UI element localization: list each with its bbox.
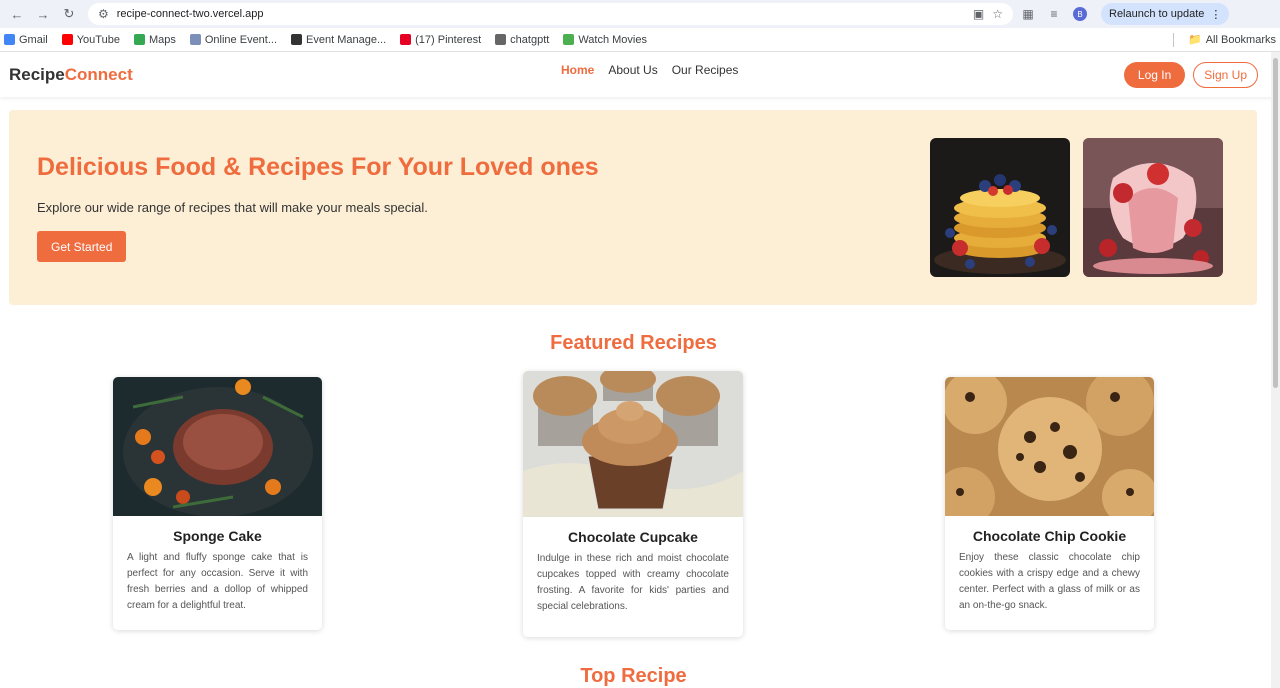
- forward-icon[interactable]: →: [32, 3, 54, 25]
- all-bookmarks-button[interactable]: 📁 All Bookmarks: [1188, 33, 1276, 47]
- reload-icon[interactable]: ↻: [58, 3, 80, 25]
- avatar-letter: B: [1073, 7, 1087, 21]
- relaunch-button[interactable]: Relaunch to update ⋮: [1101, 3, 1230, 25]
- bookmark-star-icon[interactable]: ☆: [992, 7, 1003, 21]
- recipe-card[interactable]: Sponge Cake A light and fluffy sponge ca…: [113, 377, 322, 630]
- nav-home[interactable]: Home: [561, 63, 594, 77]
- bookmark-item[interactable]: Gmail: [4, 34, 48, 46]
- featured-recipes-title: Featured Recipes: [550, 332, 717, 354]
- recipe-card[interactable]: Chocolate Cupcake Indulge in these rich …: [523, 371, 743, 637]
- nav-recipes[interactable]: Our Recipes: [672, 63, 739, 77]
- pancakes-image: [930, 138, 1070, 277]
- card-description: A light and fluffy sponge cake that is p…: [127, 552, 308, 611]
- profile-avatar[interactable]: B: [1069, 3, 1091, 25]
- bookmark-favicon-icon: [495, 34, 507, 45]
- strawberry-milkshake-image: [1083, 138, 1223, 277]
- bookmark-favicon-icon: [189, 34, 201, 45]
- bookmark-favicon-icon: [400, 34, 412, 45]
- hero-subtitle: Explore our wide range of recipes that w…: [37, 200, 428, 215]
- bookmark-label: Event Manage...: [306, 33, 387, 46]
- bookmark-label: YouTube: [76, 33, 120, 46]
- logo-accent: Connect: [64, 64, 133, 84]
- cupcake-image: [523, 371, 743, 517]
- bookmark-label: (17) Pinterest: [415, 33, 482, 46]
- bookmark-item[interactable]: chatgptt: [495, 34, 549, 46]
- page-scrollbar[interactable]: [1271, 52, 1280, 688]
- bookmark-label: Maps: [148, 33, 176, 46]
- site-logo[interactable]: RecipeConnect: [9, 65, 133, 85]
- login-button[interactable]: Log In: [1123, 61, 1186, 88]
- bookmark-label: Gmail: [19, 33, 48, 46]
- relaunch-label: Relaunch to update: [1109, 8, 1205, 20]
- card-title: Chocolate Cupcake: [568, 529, 698, 545]
- bookmark-item[interactable]: YouTube: [61, 33, 120, 46]
- bookmarks-divider: [1173, 32, 1174, 47]
- site-header: RecipeConnect Home About Us Our Recipes …: [0, 52, 1280, 97]
- bookmark-item[interactable]: Event Manage...: [291, 34, 386, 46]
- back-icon[interactable]: ←: [6, 3, 28, 25]
- address-bar[interactable]: ⚙ recipe-connect-two.vercel.app ▣ ☆: [88, 3, 1013, 25]
- card-title: Sponge Cake: [173, 528, 262, 544]
- bookmark-item[interactable]: Watch Movies: [563, 34, 647, 46]
- bookmark-label: Watch Movies: [578, 33, 647, 46]
- bookmark-favicon-icon: [133, 34, 145, 45]
- hero-banner: Delicious Food & Recipes For Your Loved …: [9, 110, 1257, 305]
- folder-icon: 📁: [1188, 34, 1202, 46]
- bookmark-favicon-icon: [563, 34, 575, 45]
- bookmark-item[interactable]: Maps: [133, 33, 176, 46]
- bookmark-label: chatgptt: [510, 33, 550, 46]
- recipe-card[interactable]: Chocolate Chip Cookie Enjoy these classi…: [945, 377, 1154, 630]
- steak-image: [113, 377, 322, 516]
- get-started-button[interactable]: Get Started: [37, 231, 127, 262]
- card-title: Chocolate Chip Cookie: [972, 528, 1127, 544]
- bookmark-favicon-icon: [4, 34, 15, 45]
- url-text: recipe-connect-two.vercel.app: [116, 8, 264, 20]
- card-description: Indulge in these rich and moist chocolat…: [537, 553, 729, 612]
- hero-title: Delicious Food & Recipes For Your Loved …: [37, 153, 599, 181]
- bookmark-favicon-icon: [61, 34, 73, 45]
- signup-button[interactable]: Sign Up: [1193, 61, 1258, 88]
- nav-about[interactable]: About Us: [608, 63, 657, 77]
- all-bookmarks-label: All Bookmarks: [1205, 33, 1276, 46]
- bookmark-label: Online Event...: [204, 33, 278, 46]
- scrollbar-thumb[interactable]: [1273, 58, 1278, 388]
- logo-main: Recipe: [9, 64, 65, 84]
- menu-dots-icon[interactable]: ⋮: [1210, 8, 1221, 21]
- site-info-icon[interactable]: ⚙: [98, 7, 109, 21]
- extensions-icon[interactable]: ▦: [1017, 3, 1039, 25]
- bookmarks-bar: Gmail YouTube Maps Online Event... Event Man…: [0, 28, 1280, 52]
- card-description: Enjoy these classic chocolate chip cooki…: [959, 552, 1140, 611]
- web-page: RecipeConnect Home About Us Our Recipes …: [0, 52, 1280, 688]
- bookmark-favicon-icon: [291, 34, 303, 45]
- top-recipe-title: Top Recipe: [580, 665, 687, 687]
- cookies-image: [945, 377, 1154, 516]
- media-icon[interactable]: ≡: [1043, 3, 1065, 25]
- install-app-icon[interactable]: ▣: [973, 7, 984, 21]
- bookmark-item[interactable]: Online Event...: [189, 33, 278, 46]
- main-nav: Home About Us Our Recipes: [561, 63, 738, 77]
- bookmark-item[interactable]: (17) Pinterest: [400, 34, 481, 46]
- auth-buttons: Log In Sign Up: [1123, 61, 1258, 88]
- browser-toolbar: ← → ↻ ⚙ recipe-connect-two.vercel.app ▣ …: [0, 0, 1280, 28]
